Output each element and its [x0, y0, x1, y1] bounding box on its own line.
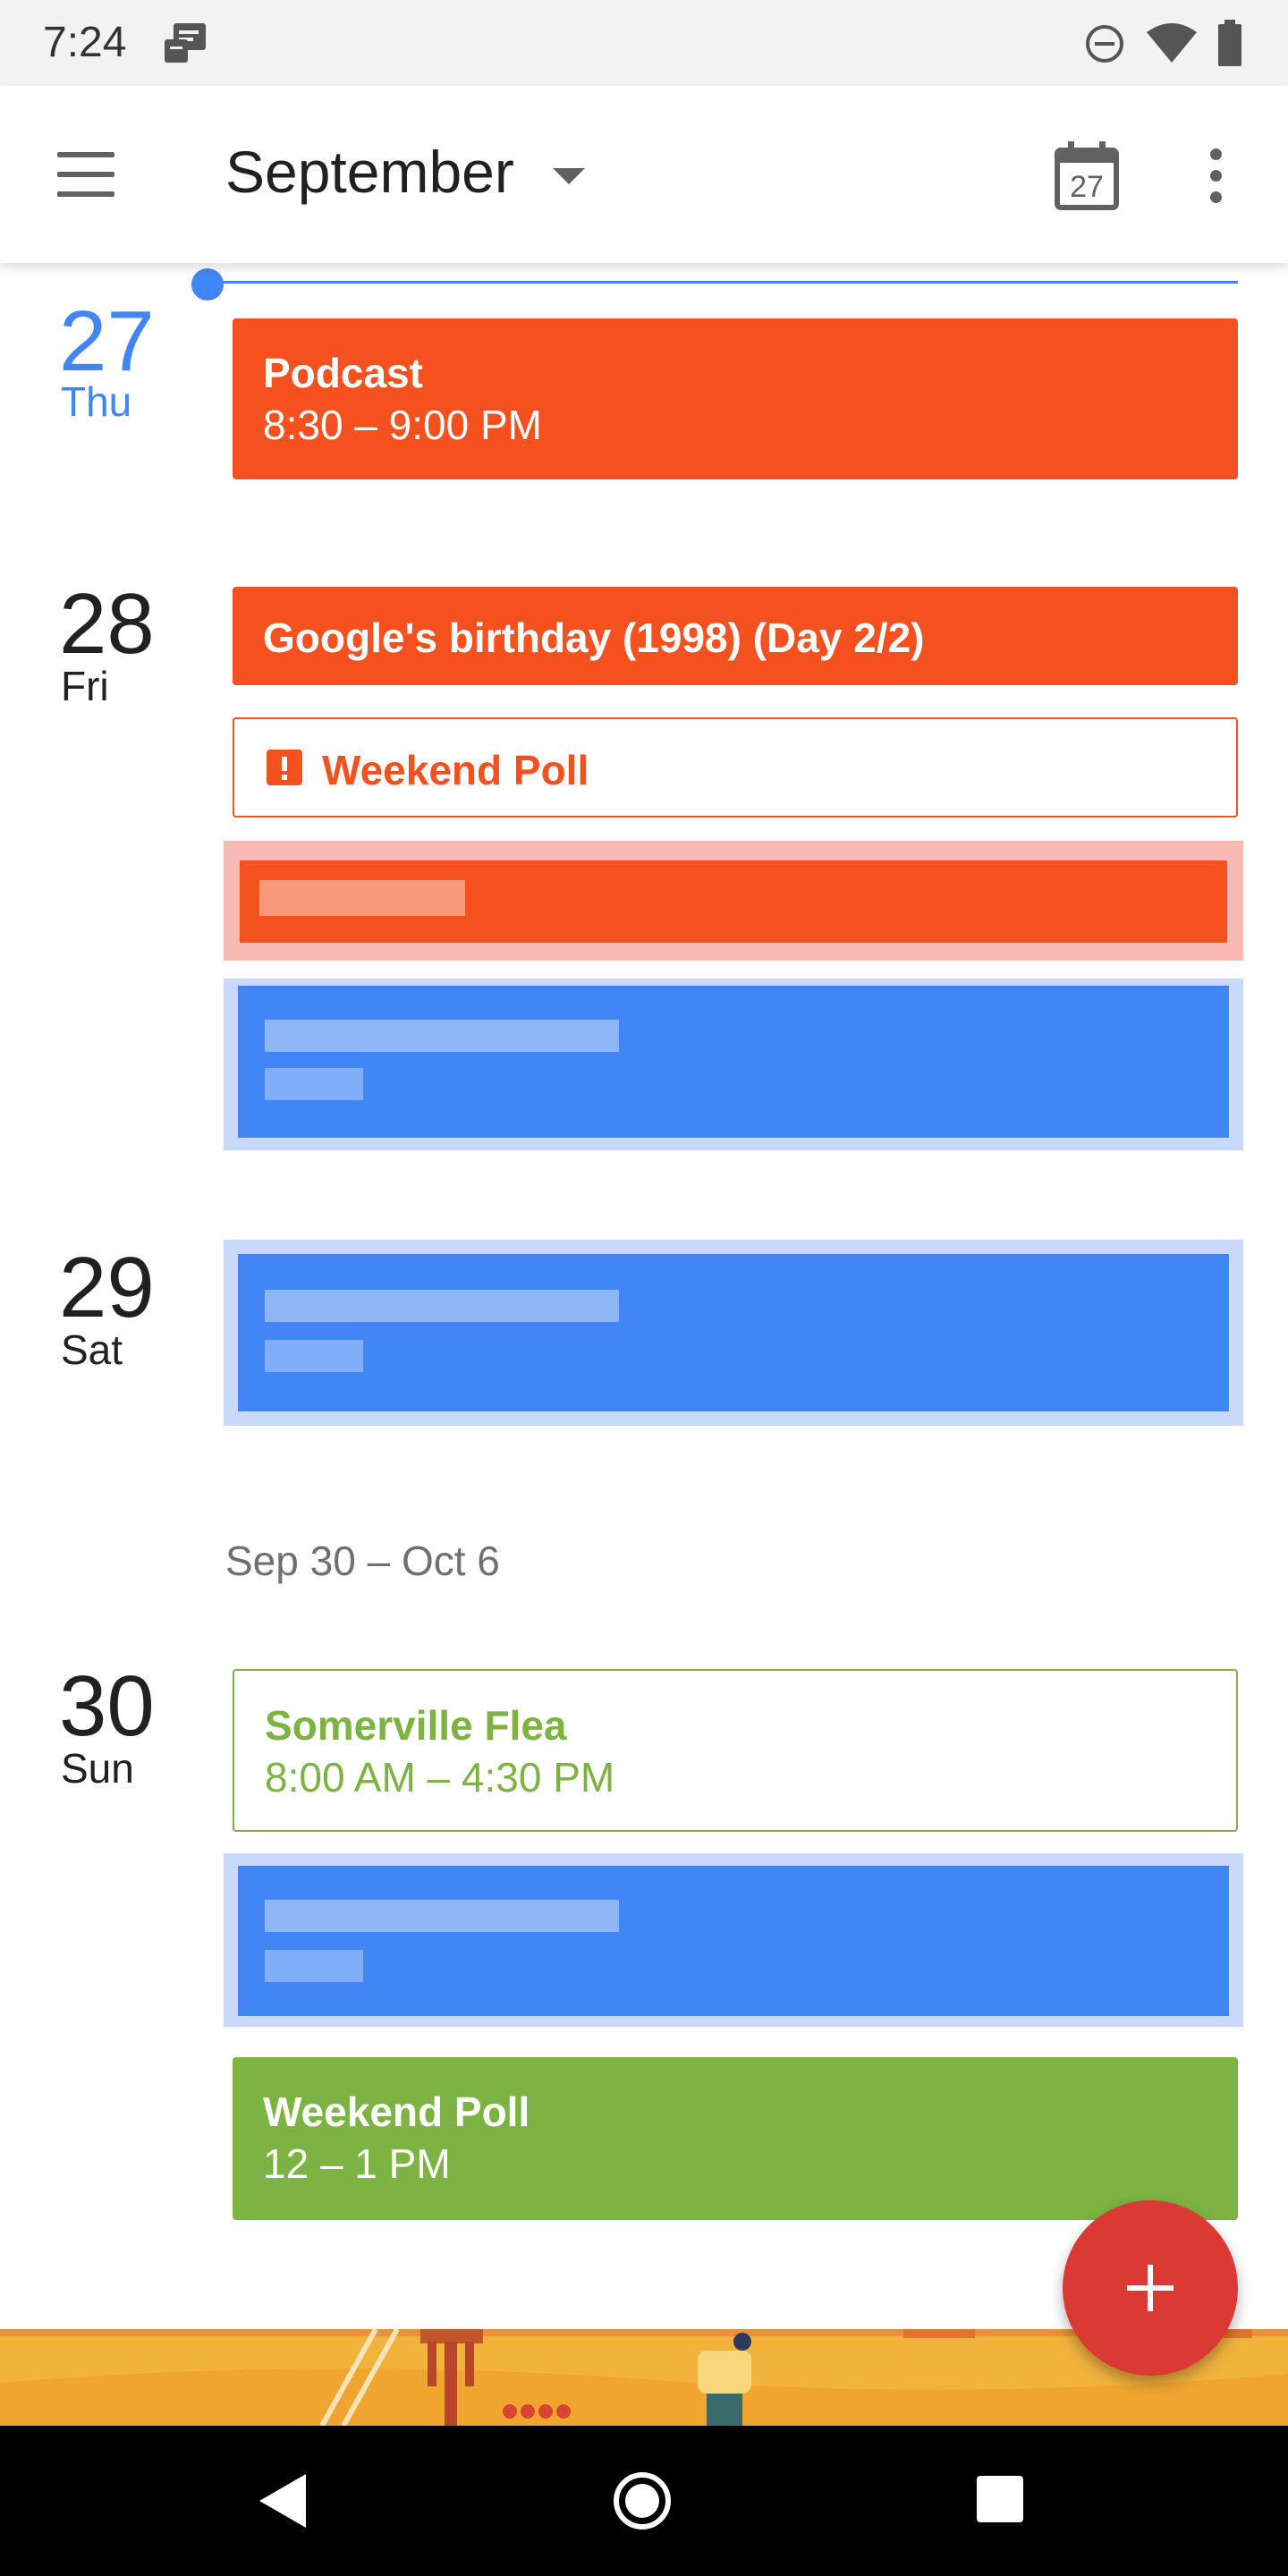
week-range-header: Sep 30 – Oct 6: [225, 1538, 500, 1584]
event-title: Weekend Poll: [322, 747, 589, 793]
status-bar: 7:24: [0, 0, 1288, 86]
dropdown-caret-icon[interactable]: [553, 168, 585, 184]
day-number[interactable]: 27: [59, 299, 155, 385]
more-options-button[interactable]: [1199, 148, 1234, 206]
event-title: Weekend Poll: [263, 2089, 530, 2135]
event-card[interactable]: Weekend Poll: [233, 717, 1238, 818]
month-title[interactable]: September: [225, 138, 514, 206]
redacted-event-card[interactable]: [224, 1240, 1243, 1426]
app-bar: September 27: [0, 86, 1288, 263]
event-time: 12 – 1 PM: [263, 2140, 451, 2187]
event-card[interactable]: Weekend Poll 12 – 1 PM: [233, 2057, 1238, 2220]
day-name: Thu: [61, 378, 132, 425]
event-time: 8:00 AM – 4:30 PM: [265, 1754, 615, 1801]
event-title: Somerville Flea: [265, 1702, 567, 1749]
today-date: 27: [1070, 170, 1104, 204]
system-nav-bar: [0, 2426, 1288, 2576]
more-vert-icon: [1210, 148, 1222, 160]
do-not-disturb-icon: [1084, 23, 1125, 69]
battery-icon: [1216, 20, 1243, 71]
day-number[interactable]: 29: [59, 1245, 155, 1331]
menu-button[interactable]: [50, 148, 122, 202]
event-card[interactable]: Somerville Flea 8:00 AM – 4:30 PM: [233, 1669, 1238, 1832]
day-number[interactable]: 28: [59, 581, 155, 667]
current-time-line: [208, 281, 1238, 284]
event-title: Google's birthday (1998) (Day 2/2): [263, 614, 925, 661]
day-name: Fri: [61, 663, 109, 709]
redacted-event-card[interactable]: [224, 979, 1243, 1150]
back-icon[interactable]: [259, 2474, 306, 2528]
message-notification-icon: [161, 20, 211, 74]
current-time-dot: [191, 268, 224, 301]
recents-icon[interactable]: [977, 2476, 1023, 2522]
redacted-event-card[interactable]: [224, 841, 1243, 961]
home-icon[interactable]: [614, 2472, 671, 2529]
event-title: Podcast: [263, 350, 423, 396]
wifi-icon: [1145, 21, 1199, 69]
event-card[interactable]: Podcast 8:30 – 9:00 PM: [233, 318, 1238, 479]
menu-icon: [57, 152, 114, 157]
event-time: 8:30 – 9:00 PM: [263, 402, 542, 448]
create-event-button[interactable]: [1063, 2200, 1238, 2376]
day-number[interactable]: 30: [59, 1664, 155, 1750]
redacted-event-card[interactable]: [224, 1853, 1243, 2027]
today-button[interactable]: 27: [1054, 141, 1120, 210]
status-time: 7:24: [43, 19, 127, 66]
day-name: Sun: [61, 1745, 134, 1792]
day-name: Sat: [61, 1326, 123, 1373]
alert-icon: [267, 750, 302, 785]
event-card[interactable]: Google's birthday (1998) (Day 2/2): [233, 587, 1238, 685]
